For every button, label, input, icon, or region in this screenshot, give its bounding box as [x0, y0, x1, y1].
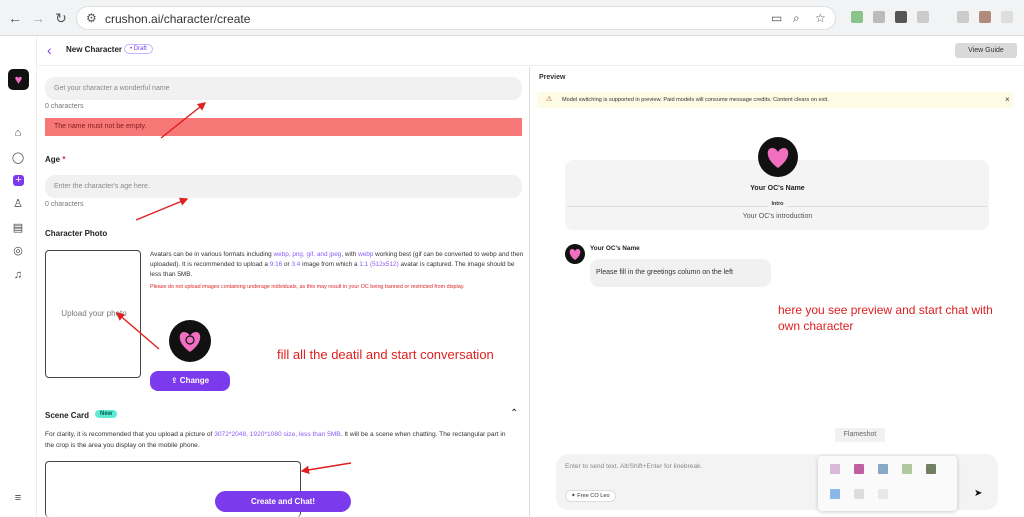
- reload-icon[interactable]: ↻: [52, 9, 70, 27]
- extension-icon[interactable]: [873, 11, 885, 23]
- profile-avatar[interactable]: [979, 11, 991, 23]
- pixel-block: [830, 464, 840, 474]
- menu-icon[interactable]: [1001, 11, 1013, 23]
- pixel-block: [830, 489, 840, 499]
- heart-icon: [569, 249, 581, 260]
- install-icon[interactable]: ▭: [771, 11, 782, 25]
- create-plus-icon[interactable]: +: [13, 175, 24, 186]
- intro-label: Intro: [531, 201, 1024, 207]
- browser-toolbar: ← → ↻ ⚙ crushon.ai/character/create ▭ ⌕ …: [0, 0, 1024, 36]
- pixel-block: [854, 464, 864, 474]
- intro-label-text: Intro: [767, 201, 788, 207]
- logo-heart-icon[interactable]: ♥: [8, 69, 29, 90]
- bookmark-star-icon[interactable]: ☆: [815, 11, 826, 25]
- annotation-preview: here you see preview and start chat with…: [778, 303, 993, 333]
- page-title: New Character: [66, 45, 123, 54]
- character-form: Get your character a wonderful name 0 ch…: [37, 67, 530, 517]
- bell-icon[interactable]: ♫: [11, 268, 25, 282]
- pixel-block: [926, 464, 936, 474]
- forward-arrow-icon[interactable]: →: [29, 9, 47, 27]
- greeting-bubble: Please fill in the greetings column on t…: [590, 259, 771, 287]
- extension-popup: [818, 456, 957, 511]
- sidebar-rail: ♥ ⌂ ◯ + ♙ ▤ ◎ ♫ ≡: [0, 36, 37, 517]
- url-text: crushon.ai/character/create: [105, 12, 251, 26]
- zoom-icon[interactable]: ⌕: [793, 11, 800, 26]
- intro-text: Your OC's introduction: [742, 213, 813, 220]
- award-icon[interactable]: ♙: [11, 197, 25, 211]
- extension-icon[interactable]: [895, 11, 907, 23]
- send-icon[interactable]: ➤: [974, 488, 982, 499]
- close-icon[interactable]: ×: [1005, 92, 1010, 108]
- pixel-block: [902, 464, 912, 474]
- pixel-block: [878, 464, 888, 474]
- model-chip-label: Free CO Leo: [577, 493, 610, 499]
- back-chevron-icon[interactable]: ‹: [47, 42, 52, 58]
- oc-name: Your OC's Name: [750, 185, 805, 192]
- chat-icon[interactable]: ◯: [11, 151, 25, 165]
- preview-notice: ⚠ Model switching is supported in previe…: [537, 92, 1013, 108]
- address-bar[interactable]: ⚙ crushon.ai/character/create ▭ ⌕ ☆: [76, 6, 836, 30]
- hamburger-menu-icon[interactable]: ≡: [11, 491, 25, 505]
- view-guide-button[interactable]: View Guide: [955, 43, 1017, 58]
- heart-icon: [767, 148, 789, 168]
- draft-badge: • Draft: [124, 44, 153, 54]
- preview-panel: Preview ⚠ Model switching is supported i…: [531, 67, 1024, 517]
- back-arrow-icon[interactable]: ←: [6, 9, 24, 27]
- pixel-block: [854, 489, 864, 499]
- flameshot-tooltip: Flameshot: [835, 428, 885, 442]
- site-settings-icon[interactable]: ⚙: [86, 11, 97, 25]
- view-guide-label: View Guide: [968, 47, 1004, 54]
- preview-title: Preview: [539, 74, 566, 81]
- notification-target-icon[interactable]: ◎: [11, 244, 25, 258]
- warning-icon: ⚠: [546, 96, 553, 103]
- extension-icon[interactable]: [851, 11, 863, 23]
- wallet-icon[interactable]: ▤: [11, 221, 25, 235]
- chat-placeholder: Enter to send text. Alt/Shift+Enter for …: [565, 463, 703, 470]
- extension-icon[interactable]: [917, 11, 929, 23]
- extension-icon[interactable]: [957, 11, 969, 23]
- pixel-block: [878, 489, 888, 499]
- message-avatar: [565, 244, 585, 264]
- home-icon[interactable]: ⌂: [11, 126, 25, 140]
- model-selector[interactable]: ✦ Free CO Leo: [565, 490, 616, 502]
- annotation-arrows: [115, 102, 352, 475]
- page-header: ‹ New Character • Draft View Guide: [37, 36, 1024, 66]
- message-sender-name: Your OC's Name: [590, 245, 640, 252]
- notice-text: Model switching is supported in preview.…: [562, 97, 829, 103]
- character-avatar: [758, 137, 798, 177]
